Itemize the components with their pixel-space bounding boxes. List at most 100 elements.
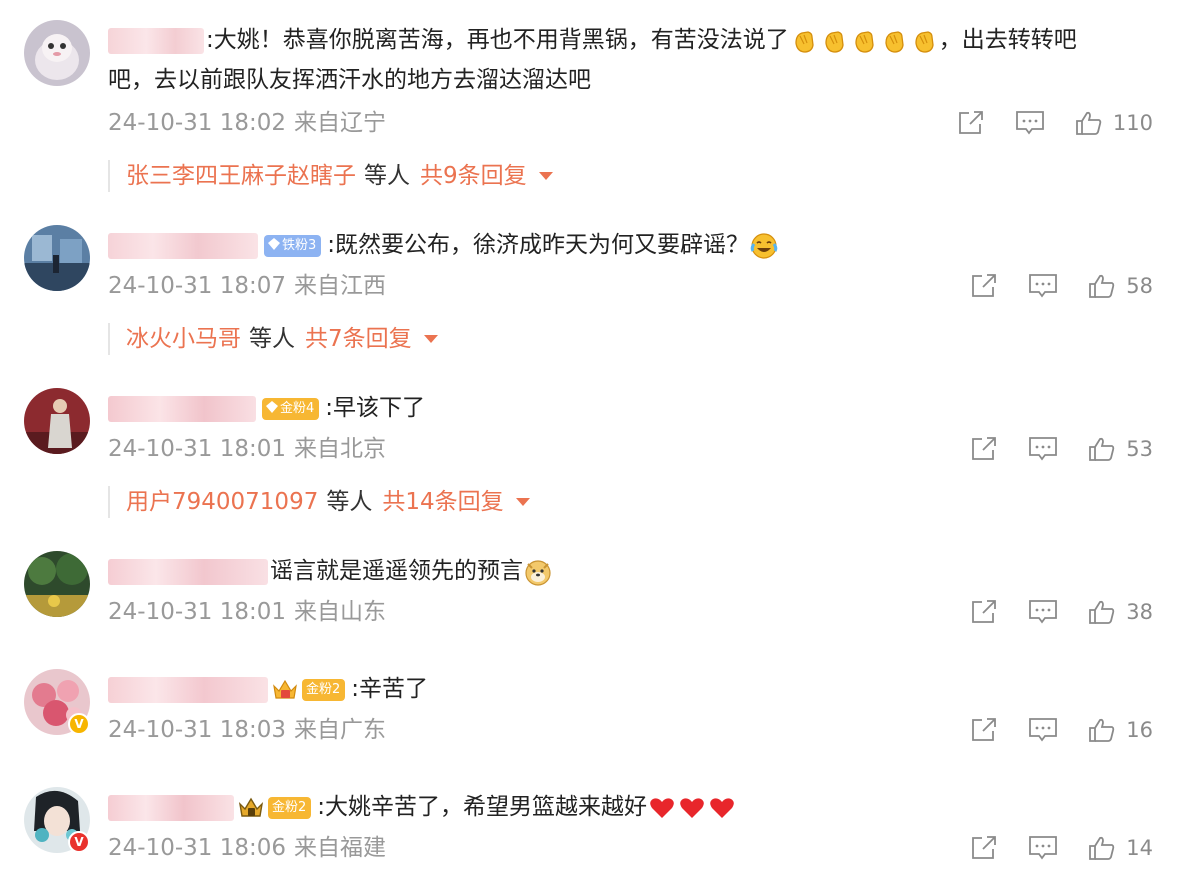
comment-time: 24-10-31 18:02 xyxy=(108,110,286,136)
like-button[interactable]: 110 xyxy=(1075,110,1153,136)
comment-text: 金粉2:辛苦了 xyxy=(108,669,1143,709)
thumbs-up-icon xyxy=(1089,836,1115,860)
like-count: 38 xyxy=(1126,600,1153,624)
reply-total-link[interactable]: 共14条回复 xyxy=(382,489,503,515)
comment-actions: 53 xyxy=(970,434,1153,464)
comment-body: :早该下了 xyxy=(325,395,426,421)
comment-text: :大姚！恭喜你脱离苦海，再也不用背黑锅，有苦没法说了 ，出去转转吧吧，去以前跟队友… xyxy=(108,20,1143,100)
username-redacted[interactable] xyxy=(108,558,268,585)
share-icon xyxy=(972,836,997,859)
reply-summary: 用户7940071097 等人 共14条回复 xyxy=(108,486,530,518)
comment-body-cont: ，出去转转吧 xyxy=(938,27,1077,53)
comment-button[interactable] xyxy=(1028,436,1058,462)
clapping-hands-emoji xyxy=(789,27,939,53)
comment-text: 谣言就是遥遥领先的预言 xyxy=(108,551,1143,591)
comment-time: 24-10-31 18:07 xyxy=(108,273,286,299)
comment-actions: 16 xyxy=(970,715,1153,745)
comment-time: 24-10-31 18:01 xyxy=(108,599,286,625)
username-redacted[interactable] xyxy=(108,27,204,54)
comment-button[interactable] xyxy=(1028,599,1058,625)
like-count: 53 xyxy=(1126,437,1153,461)
comment-text: 金粉2:大姚辛苦了，希望男篮越来越好 xyxy=(108,787,1143,827)
comment-location: 来自山东 xyxy=(294,599,386,625)
verified-badge-label: V xyxy=(74,835,84,849)
avatar[interactable] xyxy=(24,20,90,86)
avatar[interactable] xyxy=(24,388,90,454)
share-icon xyxy=(972,437,997,460)
share-icon xyxy=(972,718,997,741)
comment-button[interactable] xyxy=(1015,110,1045,136)
share-button[interactable] xyxy=(970,717,998,743)
share-icon xyxy=(972,600,997,623)
comment-body: :既然要公布，徐济成昨天为何又要辟谣？ xyxy=(327,232,750,258)
username-redacted[interactable] xyxy=(108,232,258,259)
comment-text: 铁粉3:既然要公布，徐济成昨天为何又要辟谣？ xyxy=(108,225,1143,265)
reply-total-link[interactable]: 共9条回复 xyxy=(420,163,527,189)
fan-badge-label: 金粉2 xyxy=(272,799,307,815)
comment-actions: 110 xyxy=(957,108,1153,138)
fan-badge: 金粉2 xyxy=(302,678,346,701)
username-redacted[interactable] xyxy=(108,794,234,821)
thumbs-up-icon xyxy=(1089,274,1115,298)
share-button[interactable] xyxy=(970,835,998,861)
comment-icon xyxy=(1029,437,1058,461)
share-button[interactable] xyxy=(957,110,985,136)
comment-time: 24-10-31 18:01 xyxy=(108,436,286,462)
like-count: 14 xyxy=(1126,836,1153,860)
comment-location: 来自江西 xyxy=(294,273,386,299)
comment-meta: 24-10-31 18:07 来自江西 xyxy=(108,271,386,301)
comment-actions: 38 xyxy=(970,597,1153,627)
comment-location: 来自北京 xyxy=(294,436,386,462)
comment-meta: 24-10-31 18:01 来自北京 xyxy=(108,434,386,464)
comment-body: 谣言就是遥遥领先的预言 xyxy=(270,558,523,584)
caret-down-icon[interactable] xyxy=(515,498,530,506)
like-count: 110 xyxy=(1112,111,1153,135)
comment-icon xyxy=(1016,111,1044,135)
crown-icon xyxy=(238,797,264,817)
thumbs-up-icon xyxy=(1089,600,1115,624)
comment-icon xyxy=(1029,600,1058,624)
caret-down-icon[interactable] xyxy=(538,172,553,180)
avatar[interactable] xyxy=(24,225,90,291)
caret-down-icon[interactable] xyxy=(423,335,438,343)
comment-body-line2: 吧，去以前跟队友挥洒汗水的地方去溜达溜达吧 xyxy=(108,67,591,93)
comment-location: 来自广东 xyxy=(294,717,386,743)
comment-button[interactable] xyxy=(1028,273,1058,299)
fan-badge: 铁粉3 xyxy=(264,234,322,257)
thumbs-up-icon xyxy=(1076,111,1102,135)
fan-badge: 金粉2 xyxy=(268,796,312,819)
verified-badge-label: V xyxy=(74,717,84,731)
reply-users[interactable]: 用户7940071097 xyxy=(126,489,318,515)
like-button[interactable]: 38 xyxy=(1088,599,1153,625)
like-button[interactable]: 14 xyxy=(1088,835,1153,861)
share-button[interactable] xyxy=(970,436,998,462)
share-icon xyxy=(972,274,997,297)
like-count: 58 xyxy=(1126,274,1153,298)
comment-body: :大姚！恭喜你脱离苦海，再也不用背黑锅，有苦没法说了 xyxy=(206,27,789,53)
verified-badge-icon: V xyxy=(68,831,90,853)
fan-badge-label: 金粉4 xyxy=(280,400,315,416)
comment-list: :大姚！恭喜你脱离苦海，再也不用背黑锅，有苦没法说了 ，出去转转吧吧，去以前跟队友… xyxy=(0,0,1183,886)
doge-emoji xyxy=(523,558,553,586)
reply-summary: 冰火小马哥 等人 共7条回复 xyxy=(108,323,438,355)
like-button[interactable]: 58 xyxy=(1088,273,1153,299)
comment-meta: 24-10-31 18:02 来自辽宁 xyxy=(108,108,386,138)
share-button[interactable] xyxy=(970,599,998,625)
like-button[interactable]: 16 xyxy=(1088,717,1153,743)
reply-users[interactable]: 张三李四王麻子赵瞎子 xyxy=(126,163,356,189)
reply-etal: 等人 xyxy=(364,163,410,189)
laugh-cry-emoji xyxy=(749,232,779,259)
username-redacted[interactable] xyxy=(108,395,256,422)
comment-meta: 24-10-31 18:06 来自福建 xyxy=(108,833,386,863)
comment-meta: 24-10-31 18:01 来自山东 xyxy=(108,597,386,627)
reply-total-link[interactable]: 共7条回复 xyxy=(305,326,412,352)
thumbs-up-icon xyxy=(1089,718,1115,742)
avatar[interactable] xyxy=(24,551,90,617)
comment-button[interactable] xyxy=(1028,835,1058,861)
like-button[interactable]: 53 xyxy=(1088,436,1153,462)
share-button[interactable] xyxy=(970,273,998,299)
comment-text: 金粉4 :早该下了 xyxy=(108,388,1143,428)
reply-users[interactable]: 冰火小马哥 xyxy=(126,326,241,352)
comment-button[interactable] xyxy=(1028,717,1058,743)
username-redacted[interactable] xyxy=(108,676,268,703)
